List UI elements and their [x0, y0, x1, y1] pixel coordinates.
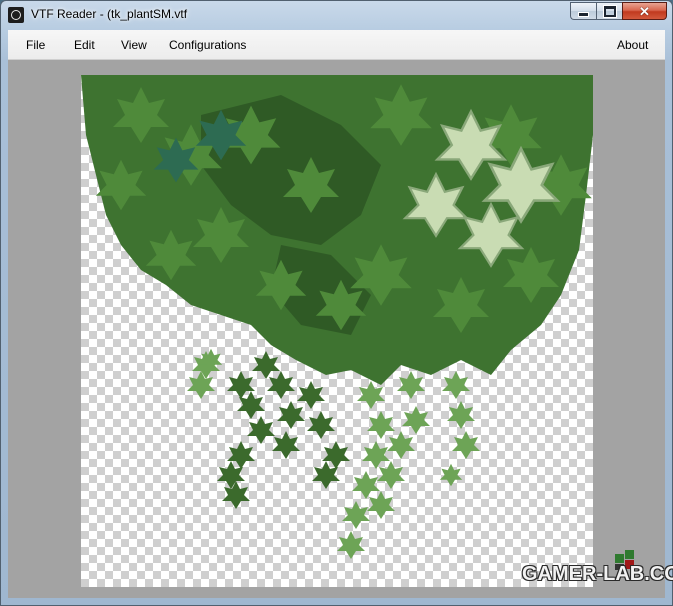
title-bar[interactable]: VTF Reader - (tk_plantSM.vtf ✕ — [1, 1, 672, 29]
image-viewport — [8, 60, 665, 598]
close-icon: ✕ — [639, 3, 650, 19]
close-button[interactable]: ✕ — [622, 2, 667, 20]
menu-about[interactable]: About — [617, 38, 648, 52]
menu-edit[interactable]: Edit — [74, 38, 95, 52]
minimize-icon — [578, 11, 589, 17]
window-bottom-border — [8, 598, 665, 605]
ivy-plant-image — [81, 75, 593, 559]
minimize-button[interactable] — [570, 2, 596, 20]
caption-buttons: ✕ — [570, 2, 667, 21]
maximize-icon — [602, 4, 617, 18]
texture-preview — [81, 75, 593, 587]
menu-bar: File Edit View Configurations About — [8, 30, 665, 60]
window-title: VTF Reader - (tk_plantSM.vtf — [31, 7, 188, 21]
menu-file[interactable]: File — [26, 38, 45, 52]
camera-app-icon[interactable] — [8, 7, 24, 23]
app-window: VTF Reader - (tk_plantSM.vtf ✕ File Edit… — [0, 0, 673, 606]
menu-view[interactable]: View — [121, 38, 147, 52]
menu-configurations[interactable]: Configurations — [169, 38, 246, 52]
maximize-button[interactable] — [596, 2, 622, 20]
watermark-text: GAMER-LAB.COM — [522, 563, 673, 585]
